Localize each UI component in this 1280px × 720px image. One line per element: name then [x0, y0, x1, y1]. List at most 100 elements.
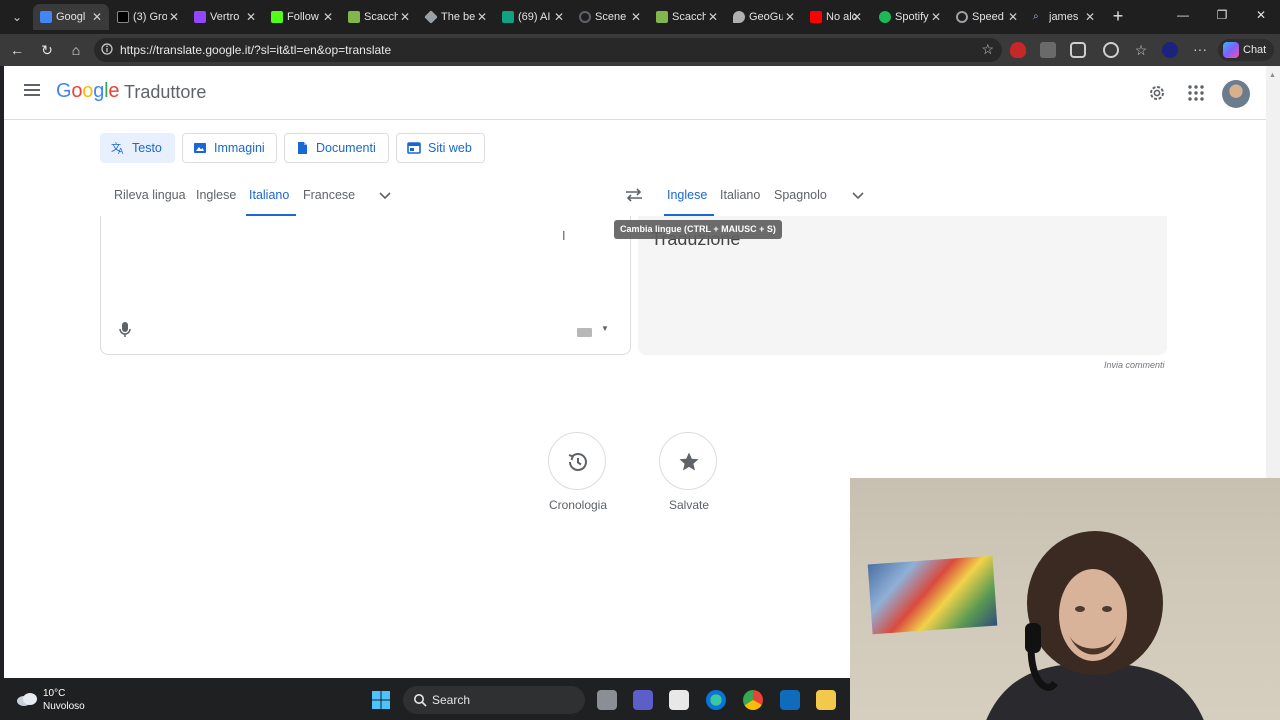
minimize-icon[interactable]: — — [1174, 8, 1192, 22]
tab-james[interactable]: ⌕ james ✕ — [1026, 4, 1102, 30]
microphone-icon[interactable] — [118, 321, 132, 339]
keyboard-icon[interactable] — [577, 328, 592, 337]
mode-images-button[interactable]: Immagini — [182, 133, 277, 163]
tab-speed[interactable]: Speed ✕ — [949, 4, 1025, 30]
more-menu-icon[interactable]: ··· — [1192, 42, 1208, 58]
teams-icon[interactable] — [633, 690, 653, 710]
source-lang-italian[interactable]: Italiano — [249, 188, 289, 202]
target-lang-spanish[interactable]: Spagnolo — [774, 188, 827, 202]
history-button[interactable] — [548, 432, 606, 490]
outlook-icon[interactable] — [780, 690, 800, 710]
source-lang-english[interactable]: Inglese — [196, 188, 236, 202]
close-tab-icon[interactable]: ✕ — [169, 4, 179, 30]
tab-x[interactable]: (3) Gro ✕ — [110, 4, 186, 30]
bookmark-star-icon[interactable]: ☆ — [981, 41, 994, 58]
image-icon — [194, 143, 206, 153]
source-lang-french[interactable]: Francese — [303, 188, 355, 202]
favorites-icon[interactable]: ☆ — [1133, 42, 1149, 58]
mode-documents-button[interactable]: Documenti — [284, 133, 389, 163]
extensions-puzzle-icon[interactable] — [1070, 42, 1086, 58]
file-explorer-icon[interactable] — [816, 690, 836, 710]
new-tab-button[interactable]: + — [1108, 6, 1128, 26]
close-tab-icon[interactable]: ✕ — [477, 4, 487, 30]
weather-temperature[interactable]: 10°C — [43, 688, 65, 699]
tab-twitch[interactable]: Vertro ✕ — [187, 4, 263, 30]
back-icon[interactable]: ← — [8, 41, 26, 59]
edge-browser-icon[interactable] — [706, 690, 726, 710]
chrome-browser-icon[interactable] — [743, 690, 763, 710]
address-bar[interactable]: https://translate.google.it/?sl=it&tl=en… — [94, 38, 1002, 62]
microsoft-store-icon[interactable] — [669, 690, 689, 710]
target-lang-english[interactable]: Inglese — [667, 188, 707, 202]
swap-languages-icon[interactable] — [624, 188, 644, 202]
mode-label: Immagini — [214, 141, 265, 155]
diamond-favicon-icon — [424, 10, 438, 24]
close-tab-icon[interactable]: ✕ — [323, 4, 333, 30]
close-tab-icon[interactable]: ✕ — [246, 4, 256, 30]
saved-button[interactable] — [659, 432, 717, 490]
tab-title: (3) Gro — [133, 11, 167, 23]
target-lang-italian[interactable]: Italiano — [720, 188, 760, 202]
close-tab-icon[interactable]: ✕ — [852, 4, 862, 30]
history-icon — [568, 453, 587, 471]
source-text-input[interactable] — [100, 216, 631, 355]
keyboard-dropdown-icon[interactable]: ▼ — [601, 324, 609, 333]
tab-the-best[interactable]: The be ✕ — [418, 4, 494, 30]
taskbar-search-box[interactable]: Search — [403, 686, 585, 714]
mode-text-button[interactable]: 文 A Testo — [100, 133, 175, 163]
close-tab-icon[interactable]: ✕ — [400, 4, 410, 30]
tab-bar: ⌄ Googl ✕ (3) Gro ✕ Vertro ✕ Follow ✕ Sc… — [0, 0, 1280, 34]
saved-label: Salvate — [668, 498, 710, 512]
windows-start-icon[interactable] — [371, 690, 391, 710]
home-icon[interactable]: ⌂ — [67, 41, 85, 59]
tab-title: Vertro — [210, 11, 240, 23]
site-info-icon[interactable] — [101, 43, 113, 55]
send-feedback-link[interactable]: Invia commenti — [1104, 360, 1165, 370]
adblock-extension-icon[interactable] — [1010, 42, 1026, 58]
cloudy-weather-icon[interactable] — [16, 692, 38, 706]
main-menu-icon[interactable] — [24, 84, 42, 98]
close-window-icon[interactable]: ✕ — [1252, 8, 1270, 22]
tab-spotify[interactable]: Spotify ✕ — [872, 4, 948, 30]
youtube-favicon-icon — [810, 11, 822, 23]
tab-geoguessr[interactable]: GeoGu ✕ — [726, 4, 802, 30]
tab-scene[interactable]: Scene ✕ — [572, 4, 648, 30]
apps-grid-icon[interactable] — [1186, 83, 1206, 103]
address-toolbar: ← ↻ ⌂ https://translate.google.it/?sl=it… — [0, 34, 1280, 66]
google-logo[interactable]: Google — [56, 80, 120, 103]
task-view-icon[interactable] — [597, 690, 617, 710]
performance-icon[interactable] — [1103, 42, 1119, 58]
tab-search-chevron-icon[interactable]: ⌄ — [6, 6, 28, 28]
close-tab-icon[interactable]: ✕ — [1008, 4, 1018, 30]
tab-title: Speed — [972, 11, 1004, 23]
tab-title: Follow — [287, 11, 319, 23]
tab-ai[interactable]: (69) AI ✕ — [495, 4, 571, 30]
source-lang-detect[interactable]: Rileva lingua — [114, 188, 186, 202]
close-tab-icon[interactable]: ✕ — [1085, 4, 1095, 30]
scroll-up-arrow-icon[interactable]: ▲ — [1269, 72, 1276, 79]
profile-sync-icon[interactable] — [1162, 42, 1178, 58]
close-tab-icon[interactable]: ✕ — [708, 4, 718, 30]
account-avatar[interactable] — [1222, 80, 1250, 108]
settings-gear-icon[interactable] — [1147, 83, 1167, 103]
weather-description[interactable]: Nuvoloso — [43, 701, 85, 712]
url-text: https://translate.google.it/?sl=it&tl=en… — [120, 43, 392, 57]
close-tab-icon[interactable]: ✕ — [631, 4, 641, 30]
tab-chess-2[interactable]: Scacch ✕ — [649, 4, 725, 30]
reload-icon[interactable]: ↻ — [38, 41, 56, 59]
copilot-chat-button[interactable]: Chat — [1218, 39, 1274, 61]
tab-youtube[interactable]: No alc ✕ — [803, 4, 869, 30]
tab-kick[interactable]: Follow ✕ — [264, 4, 340, 30]
extension-icon[interactable] — [1040, 42, 1056, 58]
target-lang-more-chevron-icon[interactable] — [851, 190, 865, 202]
tab-google-translate[interactable]: Googl ✕ — [33, 4, 109, 30]
source-lang-more-chevron-icon[interactable] — [378, 190, 392, 202]
tab-title: Scene — [595, 11, 627, 23]
close-tab-icon[interactable]: ✕ — [785, 4, 795, 30]
tab-chess[interactable]: Scacch ✕ — [341, 4, 417, 30]
close-tab-icon[interactable]: ✕ — [931, 4, 941, 30]
mode-websites-button[interactable]: Siti web — [396, 133, 485, 163]
close-tab-icon[interactable]: ✕ — [92, 4, 102, 30]
restore-icon[interactable]: ❐ — [1213, 8, 1231, 22]
close-tab-icon[interactable]: ✕ — [554, 4, 564, 30]
